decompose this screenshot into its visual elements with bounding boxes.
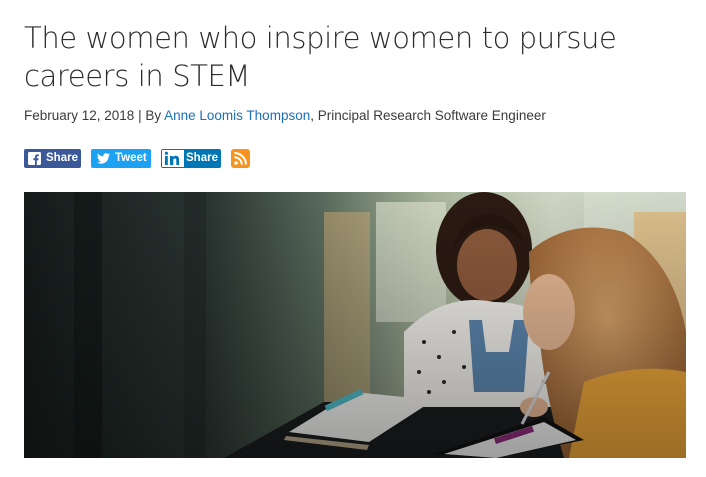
article-title: The women who inspire women to pursue ca… <box>24 21 617 93</box>
byline-prefix: | By <box>138 108 162 123</box>
rss-icon <box>234 151 247 165</box>
twitter-tweet-label: Tweet <box>115 152 147 164</box>
author-role: , Principal Research Software Engineer <box>310 108 546 123</box>
publish-date: February 12, 2018 <box>24 108 135 123</box>
linkedin-share-label: Share <box>184 149 220 167</box>
facebook-share-button[interactable]: Share <box>24 148 81 168</box>
facebook-share-label: Share <box>46 152 78 164</box>
share-bar: Share Tweet Share <box>24 148 250 168</box>
linkedin-share-button[interactable]: Share <box>161 148 221 168</box>
rss-feed-button[interactable] <box>231 148 250 168</box>
hero-image <box>24 192 686 458</box>
facebook-icon <box>28 151 41 165</box>
linkedin-icon <box>162 149 184 167</box>
twitter-icon <box>97 152 110 164</box>
article-byline: February 12, 2018 | By Anne Loomis Thomp… <box>24 108 546 123</box>
author-link[interactable]: Anne Loomis Thompson <box>164 108 310 123</box>
twitter-tweet-button[interactable]: Tweet <box>91 148 151 168</box>
